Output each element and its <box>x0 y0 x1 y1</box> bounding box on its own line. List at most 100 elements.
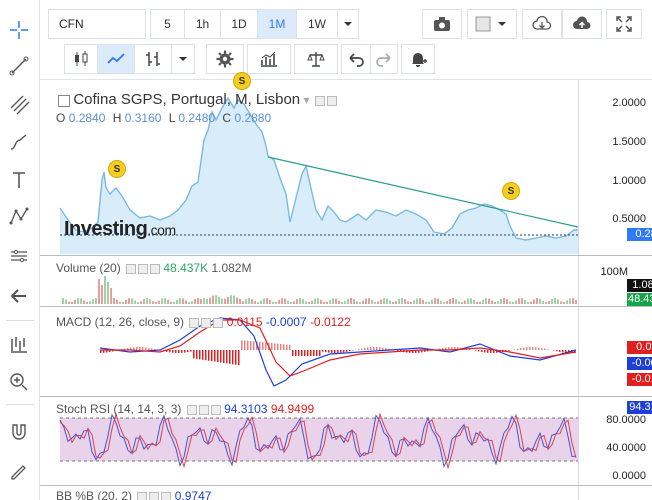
volume-bar <box>74 299 76 304</box>
split-badge[interactable]: S <box>502 182 520 200</box>
zoom-in-icon[interactable] <box>5 368 33 396</box>
volume-bars <box>62 276 577 304</box>
camera-icon <box>434 17 450 31</box>
volume-bar <box>353 299 355 304</box>
interval-1d[interactable]: 1D <box>220 9 258 39</box>
main-legend[interactable]: Cofina SGPS, Portugal, M, Lisbon ▾ <box>56 91 337 108</box>
macd-hist-bar <box>286 344 288 350</box>
macd-hist-bar <box>184 350 186 353</box>
volume-bar <box>320 299 322 304</box>
volume-bar <box>101 285 103 304</box>
volume-legend[interactable]: Volume (20) 48.437K 1.082M <box>56 261 251 275</box>
arrow-left-icon[interactable] <box>5 282 33 310</box>
chart-svg[interactable] <box>40 80 652 500</box>
undo-icon <box>349 53 364 67</box>
snapshot-button[interactable] <box>422 9 462 39</box>
chart-area[interactable]: Cofina SGPS, Portugal, M, Lisbon ▾ O 0.2… <box>40 72 652 500</box>
volume-bar <box>350 298 352 304</box>
symbol-input[interactable]: CFN <box>48 9 146 39</box>
volume-bar <box>383 298 385 304</box>
volume-bar <box>419 298 421 304</box>
pattern-icon[interactable] <box>5 202 33 230</box>
pencil-lock-icon[interactable] <box>5 456 33 484</box>
compare-button[interactable] <box>294 44 338 74</box>
candles-button[interactable] <box>64 44 98 74</box>
gear-icon[interactable] <box>326 95 337 106</box>
volume-bar <box>125 299 127 304</box>
chart-type-dropdown[interactable] <box>171 44 195 74</box>
macd-hist-bar <box>145 347 147 350</box>
macd-hist-bar <box>292 350 294 356</box>
macd-hist-bar <box>358 349 360 350</box>
interval-dropdown[interactable] <box>337 9 359 39</box>
gear-icon[interactable] <box>201 317 212 328</box>
macd-hist-bar <box>232 350 234 365</box>
macd-hist-bar <box>205 350 207 361</box>
gear-icon[interactable] <box>198 404 209 415</box>
measure-icon[interactable] <box>5 242 33 270</box>
crosshair-icon[interactable] <box>5 16 33 44</box>
macd-legend[interactable]: MACD (12, 26, close, 9) 0.0115 -0.0007 -… <box>56 315 351 329</box>
close-icon[interactable] <box>150 263 161 274</box>
volume-bar <box>449 298 451 304</box>
volume-bar <box>290 301 292 304</box>
indicators-button[interactable] <box>247 44 291 74</box>
indicator-icon[interactable] <box>5 330 33 358</box>
volume-bar <box>68 301 70 304</box>
macd-hist-bar <box>226 350 228 364</box>
color-picker-button[interactable] <box>467 9 517 39</box>
split-badge[interactable]: S <box>108 160 126 178</box>
macd-hist-bar <box>487 350 489 353</box>
volume-bar <box>332 298 334 304</box>
redo-button[interactable] <box>370 44 398 74</box>
cloud-download-button[interactable] <box>522 9 562 39</box>
close-icon[interactable] <box>213 317 224 328</box>
undo-button[interactable] <box>341 44 371 74</box>
eye-icon[interactable] <box>314 95 325 106</box>
macd-hist-bar <box>370 347 372 350</box>
split-badge[interactable]: S <box>233 72 251 90</box>
trend-line-icon[interactable] <box>5 52 33 80</box>
macd-hist-bar <box>253 341 255 350</box>
macd-hist-bar <box>535 347 537 350</box>
close-icon[interactable] <box>210 404 221 415</box>
text-tool-icon[interactable] <box>5 166 33 194</box>
eye-icon[interactable] <box>137 491 148 500</box>
volume-bar <box>239 298 241 304</box>
volume-bar <box>326 301 328 304</box>
gear-icon[interactable] <box>149 491 160 500</box>
macd-hist-bar <box>172 350 174 353</box>
brush-icon[interactable] <box>5 128 33 156</box>
volume-bar <box>269 299 271 304</box>
fib-channel-icon[interactable] <box>5 90 33 118</box>
bars-button[interactable] <box>134 44 172 74</box>
interval-5[interactable]: 5 <box>150 9 185 39</box>
volume-bar <box>458 301 460 304</box>
close-icon[interactable] <box>161 491 172 500</box>
volume-bar <box>86 301 88 304</box>
cloud-upload-button[interactable] <box>562 9 602 39</box>
alert-button[interactable] <box>401 44 435 74</box>
magnet-icon[interactable] <box>5 418 33 446</box>
settings-button[interactable] <box>206 44 244 74</box>
macd-hist-bar <box>547 349 549 350</box>
interval-1w[interactable]: 1W <box>296 9 338 39</box>
macd-hist-bar <box>229 350 231 364</box>
macd-hist-bar <box>340 350 342 353</box>
collapse-icon[interactable] <box>58 94 70 107</box>
fullscreen-button[interactable] <box>606 9 642 39</box>
eye-icon[interactable] <box>126 263 137 274</box>
macd-hist-bar <box>181 350 183 353</box>
interval-1h[interactable]: 1h <box>184 9 221 39</box>
bb-legend[interactable]: BB %B (20, 2) 0.9747 <box>56 489 211 500</box>
eye-icon[interactable] <box>189 317 200 328</box>
volume-bar <box>107 282 109 304</box>
macd-hist-bar <box>541 347 543 350</box>
rsi-legend[interactable]: Stoch RSI (14, 14, 3, 3) 94.3103 94.9499 <box>56 402 314 416</box>
gear-icon[interactable] <box>138 263 149 274</box>
candlestick-icon <box>75 51 88 66</box>
macd-hist-bar <box>190 350 192 352</box>
area-chart-button[interactable] <box>97 44 135 74</box>
eye-icon[interactable] <box>186 404 197 415</box>
interval-1m[interactable]: 1M <box>257 9 297 39</box>
